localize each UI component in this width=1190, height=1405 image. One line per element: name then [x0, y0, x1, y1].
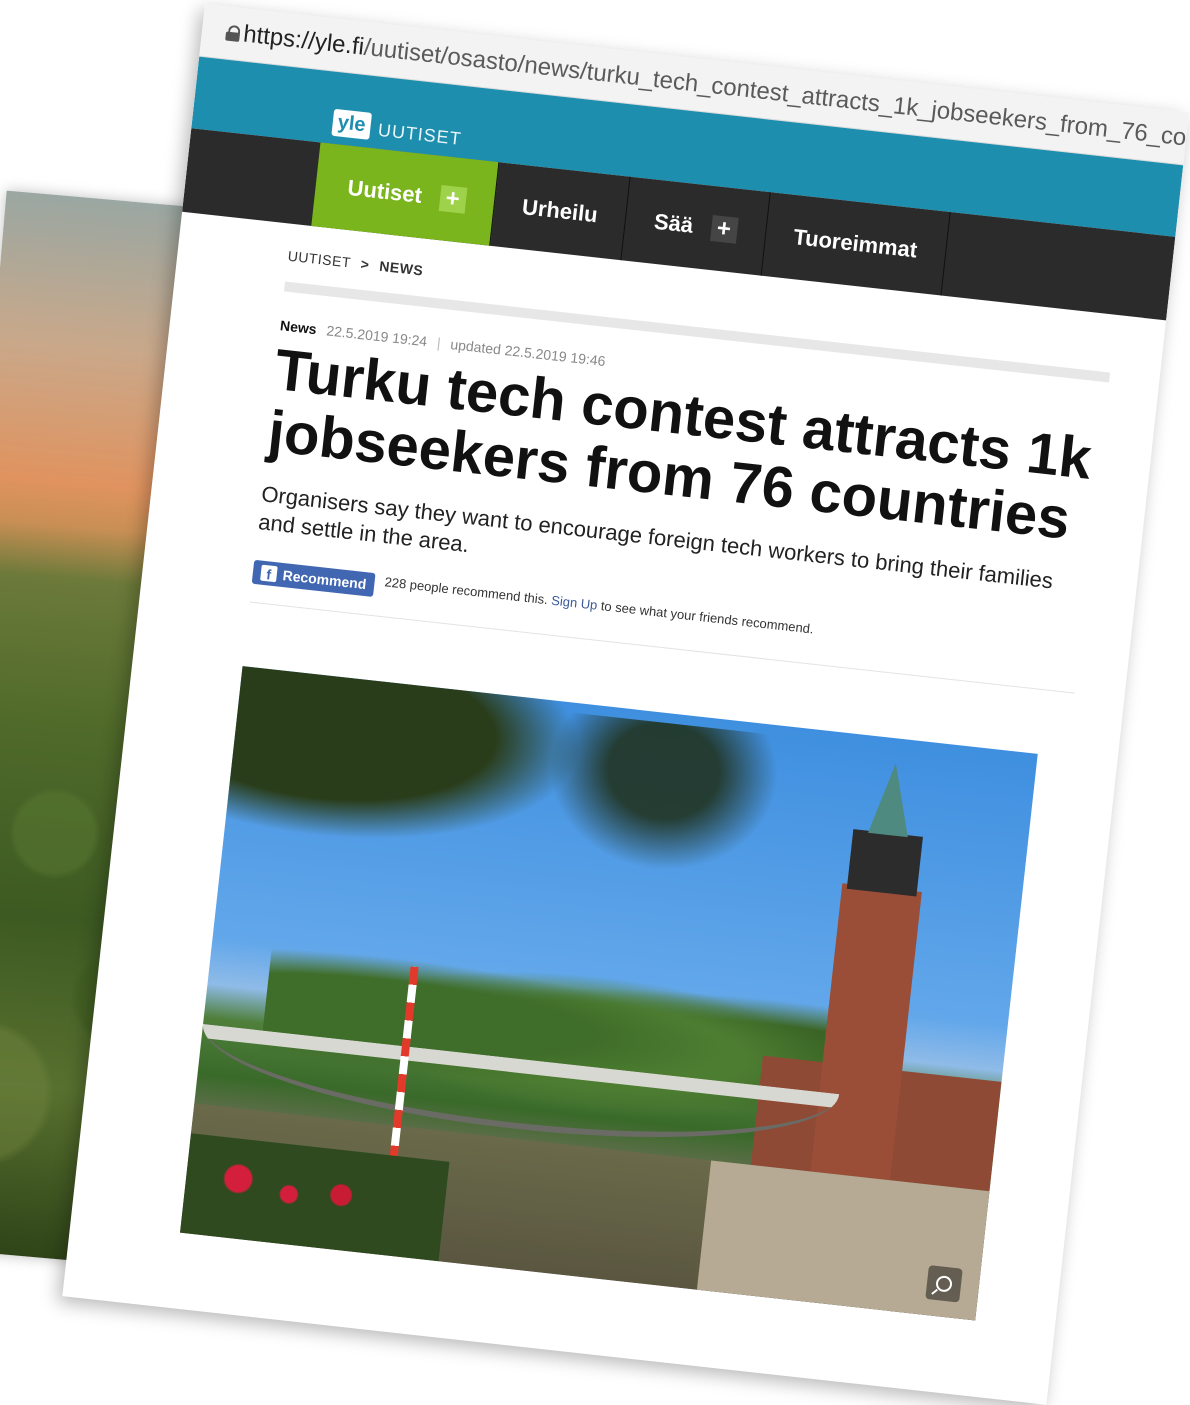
- facebook-icon: f: [260, 564, 278, 583]
- breadcrumb-separator-icon: >: [359, 255, 371, 273]
- yle-logo[interactable]: yle: [331, 108, 372, 140]
- nav-item-saa[interactable]: Sää +: [621, 176, 771, 276]
- sign-up-link[interactable]: Sign Up: [551, 593, 599, 613]
- magnifier-glyph: [935, 1274, 953, 1293]
- photo-spire: [868, 761, 916, 838]
- nav-item-label: Urheilu: [520, 194, 599, 228]
- breadcrumb-current[interactable]: NEWS: [379, 258, 424, 279]
- zoom-icon[interactable]: [925, 1265, 963, 1303]
- recommend-after-text: to see what your friends recommend.: [600, 598, 815, 637]
- nav-item-label: Uutiset: [346, 174, 424, 208]
- nav-item-label: Sää: [652, 208, 695, 238]
- url-host: https://yle.fi: [241, 20, 366, 61]
- article-content: UUTISET > NEWS News 22.5.2019 19:24 | up…: [71, 212, 1117, 1324]
- photo-branch: [522, 708, 799, 897]
- site-section-title[interactable]: UUTISET: [377, 120, 463, 150]
- recommend-button[interactable]: f Recommend: [251, 559, 376, 598]
- nav-item-label: Tuoreimmat: [792, 224, 919, 263]
- lock-icon: [225, 25, 228, 41]
- breadcrumb-root[interactable]: UUTISET: [287, 248, 352, 271]
- recommend-button-label: Recommend: [281, 567, 368, 593]
- plus-icon[interactable]: +: [709, 215, 739, 244]
- plus-icon[interactable]: +: [438, 185, 467, 214]
- recommend-count: 228 people recommend this.: [383, 574, 549, 608]
- article-photo[interactable]: [180, 666, 1038, 1321]
- article-category[interactable]: News: [279, 317, 317, 337]
- browser-page: https://yle.fi/uutiset/osasto/news/turku…: [62, 4, 1190, 1405]
- nav-item-urheilu[interactable]: Urheilu: [489, 162, 631, 261]
- photo-tower-top: [846, 829, 923, 897]
- meta-separator: |: [436, 334, 442, 351]
